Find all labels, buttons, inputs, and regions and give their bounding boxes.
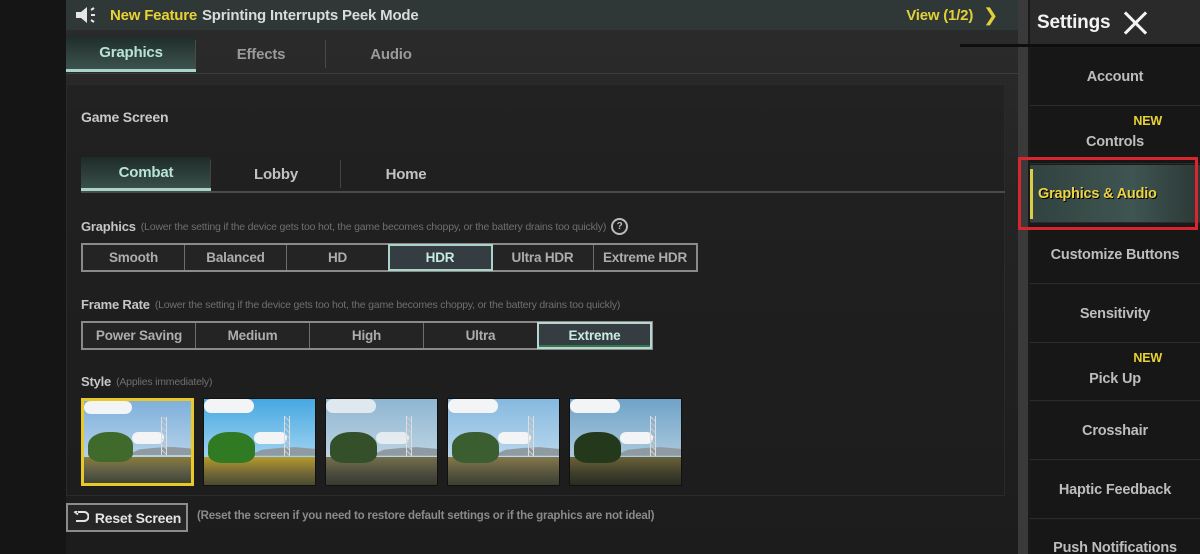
subtab-label: Home	[385, 165, 427, 183]
tab-audio[interactable]: Audio	[326, 36, 456, 72]
graphics-option-hd[interactable]: HD	[287, 245, 389, 270]
new-badge: NEW	[1133, 114, 1162, 128]
sidebar-item-label: Haptic Feedback	[1058, 481, 1172, 498]
sidebar-item-label: Customize Buttons	[1050, 246, 1180, 263]
sidebar-item-label: Crosshair	[1082, 422, 1148, 439]
sidebar-item-crosshair[interactable]: Crosshair	[1030, 402, 1200, 460]
speaker-icon	[74, 5, 100, 25]
header-divider	[960, 44, 1200, 47]
tab-label: Audio	[370, 45, 412, 63]
undo-icon	[73, 508, 90, 526]
left-background	[0, 0, 66, 554]
frame-rate-option-high[interactable]: High	[310, 323, 424, 348]
graphics-quality-selector: Smooth Balanced HD HDR Ultra HDR Extreme…	[81, 243, 698, 272]
help-icon[interactable]: ?	[611, 218, 629, 235]
frame-rate-selector: Power Saving Medium High Ultra Extreme	[81, 321, 653, 350]
subtab-combat[interactable]: Combat	[81, 157, 211, 191]
tab-graphics[interactable]: Graphics	[66, 36, 196, 72]
style-label: Style	[81, 374, 112, 389]
frame-rate-label: Frame Rate	[81, 297, 150, 312]
close-icon[interactable]	[1122, 9, 1150, 37]
graphics-label-row: Graphics (Lower the setting if the devic…	[81, 218, 629, 235]
frame-rate-option-ultra[interactable]: Ultra	[424, 323, 538, 348]
style-thumbnail-realistic[interactable]	[325, 398, 438, 486]
frame-rate-option-medium[interactable]: Medium	[196, 323, 310, 348]
sidebar-item-controls[interactable]: NEW Controls	[1030, 106, 1200, 164]
section-title-game-screen: Game Screen	[81, 109, 169, 125]
style-thumbnail-colorful[interactable]	[203, 398, 316, 486]
style-label-row: Style (Applies immediately)	[81, 374, 212, 389]
frame-rate-label-row: Frame Rate (Lower the setting if the dev…	[81, 297, 620, 312]
subtab-lobby[interactable]: Lobby	[211, 157, 341, 191]
tab-effects[interactable]: Effects	[196, 36, 326, 72]
frame-rate-option-power-saving[interactable]: Power Saving	[83, 323, 196, 348]
top-tabs: Graphics Effects Audio	[66, 36, 1018, 74]
sidebar-item-label: Account	[1086, 68, 1144, 85]
new-feature-tag: New Feature	[110, 6, 197, 24]
sidebar-item-push-notifications[interactable]: Push Notifications	[1030, 520, 1200, 554]
style-hint: (Applies immediately)	[116, 375, 213, 388]
sidebar-item-account[interactable]: Account	[1030, 48, 1200, 106]
graphics-label: Graphics	[81, 219, 136, 234]
announcement-message: Sprinting Interrupts Peek Mode	[202, 6, 419, 24]
subtab-label: Combat	[118, 164, 174, 181]
sidebar-item-label: Controls	[1085, 133, 1144, 150]
graphics-option-balanced[interactable]: Balanced	[185, 245, 287, 270]
chevron-right-icon: ❯	[983, 5, 998, 25]
game-screen-tabs: Combat Lobby Home	[81, 157, 1005, 193]
style-thumbnail-movie[interactable]	[569, 398, 682, 486]
graphics-option-smooth[interactable]: Smooth	[83, 245, 185, 270]
style-thumbnails	[81, 398, 682, 486]
sidebar-item-sensitivity[interactable]: Sensitivity	[1030, 285, 1200, 343]
settings-title: Settings	[1037, 12, 1111, 33]
graphics-option-ultra-hdr[interactable]: Ultra HDR	[492, 245, 594, 270]
graphics-hint: (Lower the setting if the device gets to…	[140, 220, 607, 233]
subtab-home[interactable]: Home	[341, 157, 471, 191]
view-announcement-button[interactable]: View (1/2) ❯	[906, 5, 998, 26]
frame-rate-option-extreme[interactable]: Extreme	[537, 322, 652, 349]
sidebar-item-haptic-feedback[interactable]: Haptic Feedback	[1030, 461, 1200, 519]
tab-label: Effects	[236, 45, 286, 63]
sidebar-item-label: Sensitivity	[1079, 305, 1151, 322]
sidebar-item-label: Push Notifications	[1053, 540, 1177, 554]
reset-screen-button[interactable]: Reset Screen	[66, 503, 188, 532]
settings-header: Settings	[1030, 0, 1200, 46]
graphics-option-hdr[interactable]: HDR	[388, 244, 493, 271]
tab-label: Graphics	[99, 44, 163, 61]
frame-rate-hint: (Lower the setting if the device gets to…	[154, 298, 621, 311]
announcement-bar[interactable]: New Feature Sprinting Interrupts Peek Mo…	[66, 0, 1018, 30]
reset-screen-hint: (Reset the screen if you need to restore…	[197, 510, 655, 522]
graphics-option-extreme-hdr[interactable]: Extreme HDR	[594, 245, 696, 270]
new-badge: NEW	[1133, 351, 1162, 365]
subtab-label: Lobby	[254, 165, 298, 183]
sidebar-item-customize-buttons[interactable]: Customize Buttons	[1030, 226, 1200, 284]
style-thumbnail-classic[interactable]	[81, 398, 194, 486]
view-label: View (1/2)	[906, 7, 974, 24]
sidebar-item-label: Pick Up	[1089, 370, 1141, 387]
highlight-annotation-box	[1018, 157, 1198, 230]
style-thumbnail-soft[interactable]	[447, 398, 560, 486]
reset-screen-label: Reset Screen	[94, 509, 182, 526]
sidebar-item-pick-up[interactable]: NEW Pick Up	[1030, 343, 1200, 401]
